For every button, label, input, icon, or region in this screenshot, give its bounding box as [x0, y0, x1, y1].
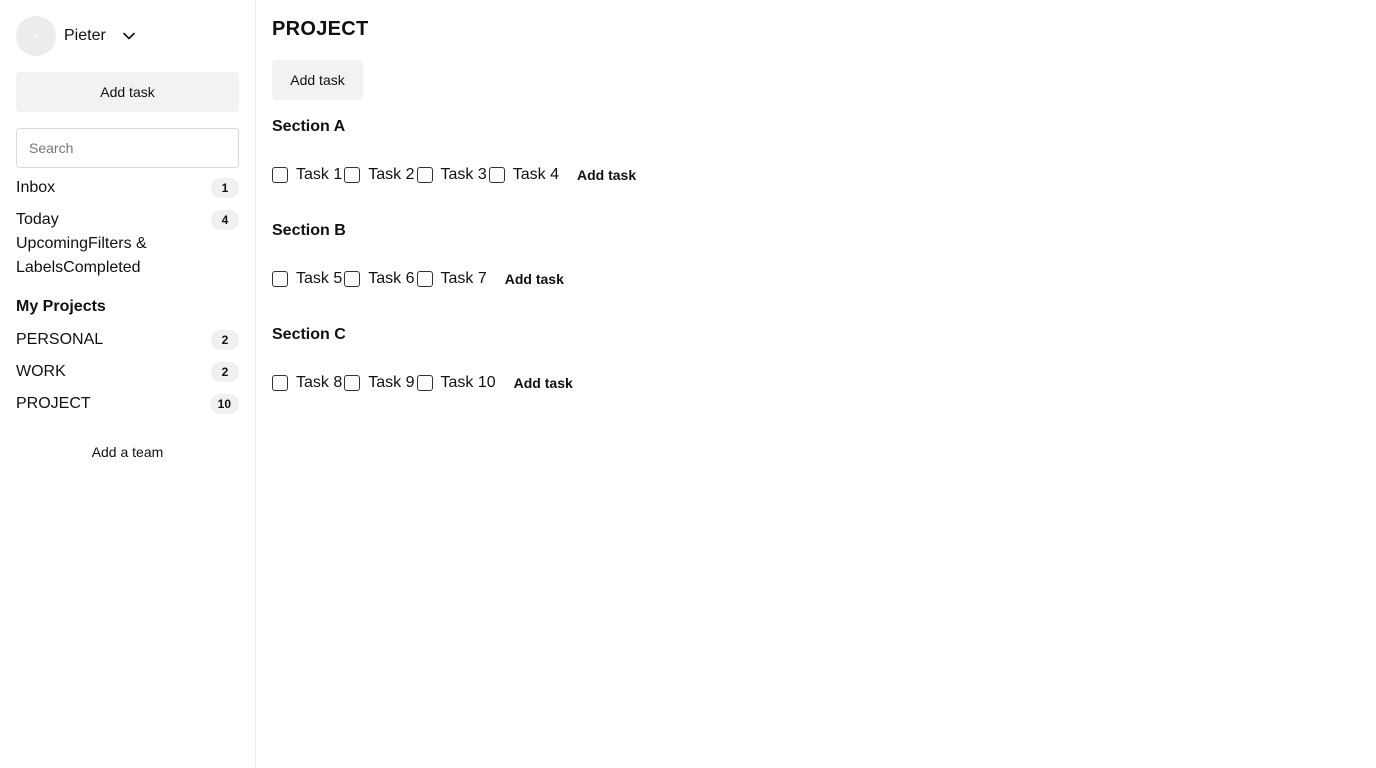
count-badge: 10: [209, 394, 239, 414]
sidebar-item-label[interactable]: PROJECT: [16, 395, 91, 413]
profile-menu[interactable]: Pieter: [16, 16, 239, 56]
section-add-task-button[interactable]: Add task: [577, 167, 636, 183]
task-label: Task 2: [368, 166, 415, 183]
section-add-task-button[interactable]: Add task: [505, 271, 564, 287]
task-label: Task 9: [368, 374, 415, 391]
add-team-button[interactable]: Add a team: [16, 440, 239, 464]
task-item[interactable]: Task 7: [416, 270, 489, 288]
section-add-task-button[interactable]: Add task: [514, 375, 573, 391]
sidebar-item-label[interactable]: Inbox: [16, 179, 55, 197]
task-item[interactable]: Task 1: [272, 166, 344, 184]
sidebar-item-today[interactable]: Today 4: [16, 208, 239, 232]
profile-name[interactable]: Pieter: [64, 27, 106, 45]
task-list: Task 1 Task 2 Task 3 Task 4 Add task: [272, 164, 636, 186]
task-label: Task 7: [440, 270, 487, 287]
sidebar-other-links[interactable]: UpcomingFilters & LabelsCompleted: [16, 232, 166, 280]
task-item[interactable]: Task 6: [344, 270, 416, 288]
section-a: Section A Task 1 Task 2 Task 3 Task 4 Ad…: [272, 118, 636, 186]
app: Pieter Add task Inbox 1 Today 4 Upcoming…: [0, 0, 1376, 768]
task-checkbox[interactable]: [344, 375, 361, 391]
sidebar: Pieter Add task Inbox 1 Today 4 Upcoming…: [0, 0, 256, 768]
task-label: Task 8: [296, 374, 343, 391]
count-badge: 4: [211, 210, 239, 230]
task-checkbox[interactable]: [344, 167, 361, 183]
task-item[interactable]: Task 8: [272, 374, 344, 392]
section-title: Section A: [272, 118, 346, 135]
chevron-down-icon[interactable]: [122, 29, 136, 43]
task-item[interactable]: Task 5: [272, 270, 344, 288]
sidebar-item-label[interactable]: PERSONAL: [16, 331, 103, 349]
add-task-button[interactable]: Add task: [272, 60, 363, 100]
count-badge: 2: [211, 362, 239, 382]
task-checkbox[interactable]: [488, 167, 505, 183]
task-label: Task 1: [296, 166, 343, 183]
sidebar-item-personal[interactable]: PERSONAL 2: [16, 328, 239, 352]
task-item[interactable]: Task 4: [488, 166, 561, 184]
task-checkbox[interactable]: [416, 167, 433, 183]
task-label: Task 10: [440, 374, 496, 391]
task-checkbox[interactable]: [416, 271, 433, 287]
section-title: Section C: [272, 326, 346, 343]
avatar[interactable]: [16, 16, 56, 56]
task-item[interactable]: Task 2: [344, 166, 416, 184]
task-item[interactable]: Task 9: [344, 374, 416, 392]
task-checkbox[interactable]: [344, 271, 361, 287]
count-badge: 2: [211, 330, 239, 350]
main-content: PROJECT Add task Section A Task 1 Task 2…: [256, 0, 1376, 768]
section-b: Section B Task 5 Task 6 Task 7 Add task: [272, 222, 564, 290]
task-label: Task 6: [368, 270, 415, 287]
task-label: Task 5: [296, 270, 343, 287]
task-checkbox[interactable]: [416, 375, 433, 391]
count-badge: 1: [211, 178, 239, 198]
task-list: Task 8 Task 9 Task 10 Add task: [272, 372, 573, 394]
search-input[interactable]: [16, 128, 239, 168]
sidebar-add-task-button[interactable]: Add task: [16, 72, 239, 112]
page-title: PROJECT: [272, 18, 369, 40]
task-label: Task 4: [512, 166, 559, 183]
task-item[interactable]: Task 10: [416, 374, 498, 392]
task-checkbox[interactable]: [272, 375, 288, 391]
projects-heading: My Projects: [16, 298, 106, 315]
task-item[interactable]: Task 3: [416, 166, 489, 184]
section-c: Section C Task 8 Task 9 Task 10 Add task: [272, 326, 573, 394]
task-checkbox[interactable]: [272, 271, 288, 287]
task-label: Task 3: [440, 166, 487, 183]
section-title: Section B: [272, 222, 346, 239]
sidebar-item-label[interactable]: WORK: [16, 363, 66, 381]
sidebar-item-inbox[interactable]: Inbox 1: [16, 176, 239, 200]
task-list: Task 5 Task 6 Task 7 Add task: [272, 268, 564, 290]
sidebar-item-project[interactable]: PROJECT 10: [16, 392, 239, 416]
sidebar-item-work[interactable]: WORK 2: [16, 360, 239, 384]
sidebar-item-label[interactable]: Today: [16, 211, 59, 229]
task-checkbox[interactable]: [272, 167, 288, 183]
